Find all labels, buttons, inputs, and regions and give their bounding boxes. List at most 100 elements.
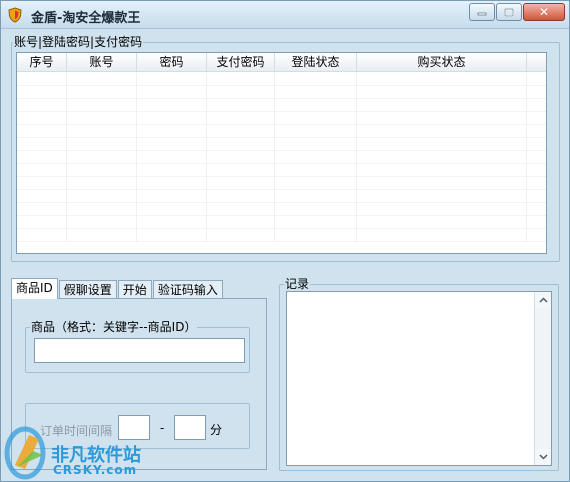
list-cell — [67, 73, 137, 86]
list-cell — [275, 203, 357, 216]
title-bar[interactable]: 金盾-淘安全爆款王 ✕ — [1, 1, 569, 29]
shield-icon — [8, 7, 22, 23]
close-button[interactable]: ✕ — [523, 3, 565, 21]
list-cell — [357, 151, 527, 164]
list-cell — [67, 203, 137, 216]
list-cell — [137, 125, 207, 138]
list-cell — [357, 86, 527, 99]
tab-captcha-input[interactable]: 验证码输入 — [152, 280, 223, 299]
list-cell — [207, 86, 275, 99]
list-cell — [17, 229, 67, 242]
list-cell — [357, 125, 527, 138]
site-watermark: 非凡软件站 CRSKY.com — [1, 419, 171, 481]
list-cell — [275, 125, 357, 138]
list-cell — [207, 151, 275, 164]
list-cell — [17, 177, 67, 190]
list-row — [17, 86, 546, 99]
window-title: 金盾-淘安全爆款王 — [31, 11, 141, 26]
tab-product-id[interactable]: 商品ID — [11, 278, 58, 299]
list-cell — [207, 125, 275, 138]
watermark-en-text: CRSKY.com — [53, 463, 138, 477]
list-row — [17, 99, 546, 112]
column-header-purchase-status[interactable]: 购买状态 — [357, 53, 527, 72]
column-header-pay-password[interactable]: 支付密码 — [207, 53, 275, 72]
list-cell — [207, 203, 275, 216]
list-row — [17, 216, 546, 229]
list-row — [17, 164, 546, 177]
list-cell — [17, 73, 67, 86]
list-cell — [67, 125, 137, 138]
scroll-up-button[interactable] — [535, 292, 551, 308]
list-row — [17, 112, 546, 125]
list-cell — [67, 164, 137, 177]
interval-to-input[interactable] — [174, 415, 206, 440]
list-cell — [275, 151, 357, 164]
list-row — [17, 125, 546, 138]
record-scrollbar[interactable] — [534, 292, 551, 465]
list-cell — [137, 190, 207, 203]
column-header-password[interactable]: 密码 — [137, 53, 207, 72]
list-cell — [357, 164, 527, 177]
list-cell — [17, 112, 67, 125]
list-cell — [357, 190, 527, 203]
minimize-button[interactable] — [469, 3, 495, 21]
list-cell — [207, 190, 275, 203]
record-group-label: 记录 — [284, 277, 311, 291]
list-cell — [275, 177, 357, 190]
list-cell — [357, 99, 527, 112]
list-row — [17, 177, 546, 190]
list-cell — [137, 151, 207, 164]
list-cell — [207, 229, 275, 242]
list-cell — [137, 229, 207, 242]
column-header-filler — [527, 53, 546, 72]
list-cell — [17, 86, 67, 99]
list-cell — [275, 216, 357, 229]
list-cell — [275, 229, 357, 242]
list-cell — [207, 138, 275, 151]
list-cell — [207, 164, 275, 177]
close-icon: ✕ — [538, 5, 550, 19]
list-cell — [67, 177, 137, 190]
list-cell — [357, 203, 527, 216]
list-cell — [275, 164, 357, 177]
column-header-account[interactable]: 账号 — [67, 53, 137, 72]
chevron-up-icon — [538, 297, 548, 303]
maximize-button[interactable] — [496, 3, 522, 21]
list-row — [17, 190, 546, 203]
list-cell — [67, 112, 137, 125]
product-group-label: 商品（格式：关键字--商品ID） — [30, 320, 198, 334]
list-cell — [357, 138, 527, 151]
list-cell — [67, 229, 137, 242]
tab-start[interactable]: 开始 — [117, 280, 152, 299]
list-cell — [137, 112, 207, 125]
accounts-list[interactable]: 序号 账号 密码 支付密码 登陆状态 购买状态 — [16, 52, 547, 254]
column-header-index[interactable]: 序号 — [17, 53, 67, 72]
list-cell — [207, 216, 275, 229]
list-cell — [275, 99, 357, 112]
list-cell — [17, 190, 67, 203]
list-cell — [67, 138, 137, 151]
list-cell — [137, 203, 207, 216]
list-cell — [207, 73, 275, 86]
list-cell — [207, 99, 275, 112]
tab-fake-chat-settings[interactable]: 假聊设置 — [58, 280, 117, 299]
record-textarea[interactable] — [286, 291, 552, 466]
list-cell — [137, 86, 207, 99]
column-header-login-status[interactable]: 登陆状态 — [275, 53, 357, 72]
list-cell — [17, 203, 67, 216]
list-cell — [67, 99, 137, 112]
tab-strip: 商品ID 假聊设置 开始 验证码输入 — [11, 278, 224, 299]
list-cell — [357, 112, 527, 125]
list-cell — [357, 73, 527, 86]
accounts-group-label: 账号|登陆密码|支付密码 — [13, 35, 144, 49]
list-row — [17, 229, 546, 242]
maximize-icon — [504, 7, 514, 17]
scroll-down-button[interactable] — [535, 449, 551, 465]
list-cell — [275, 138, 357, 151]
list-cell — [137, 73, 207, 86]
accounts-list-header: 序号 账号 密码 支付密码 登陆状态 购买状态 — [17, 53, 546, 72]
list-cell — [17, 164, 67, 177]
product-input[interactable] — [34, 338, 245, 363]
minimize-icon — [477, 12, 487, 16]
list-cell — [207, 177, 275, 190]
